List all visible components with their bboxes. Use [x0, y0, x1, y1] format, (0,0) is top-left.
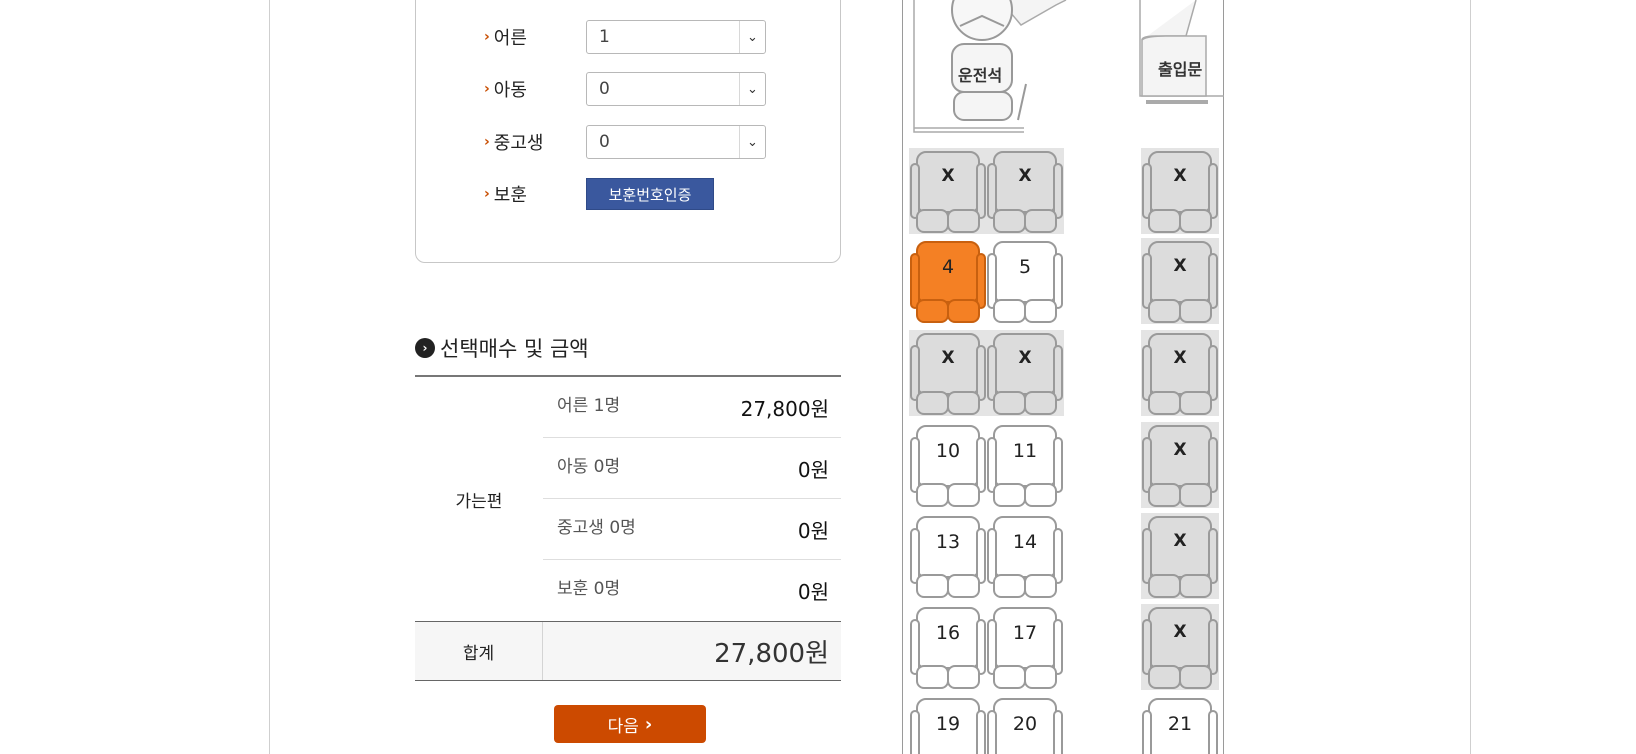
seat-number: 14	[1012, 531, 1038, 553]
child-count-select[interactable]: 0 ⌄	[586, 72, 766, 106]
chevron-down-icon: ⌄	[739, 73, 765, 105]
seat-number: 21	[1167, 713, 1193, 735]
chevron-right-icon: ›	[484, 29, 490, 45]
seat-unavailable: X	[1141, 148, 1219, 234]
line-amount: 0원	[797, 518, 829, 543]
next-button[interactable]: 다음 ›	[554, 705, 706, 743]
summary-line: 중고생 0명 0원	[543, 499, 841, 560]
line-label: 보훈 0명	[557, 579, 621, 599]
seat-unavailable: X	[986, 148, 1064, 234]
seat-19[interactable]: 19	[909, 695, 987, 754]
chevron-right-icon: ›	[484, 186, 490, 202]
seat-unavailable: X	[1141, 238, 1219, 324]
summary-line: 보훈 0명 0원	[543, 560, 841, 621]
seat-number: X	[1173, 348, 1187, 368]
veteran-row: › 보훈 보훈번호인증	[484, 177, 714, 211]
chevron-right-icon: ›	[644, 713, 653, 735]
seat-20[interactable]: 20	[986, 695, 1064, 754]
seat-unavailable: X	[1141, 604, 1219, 690]
chevron-right-icon: ›	[484, 134, 490, 150]
student-count-select[interactable]: 0 ⌄	[586, 125, 766, 159]
seat-number: X	[1173, 531, 1187, 551]
seat-4[interactable]: 4	[909, 238, 987, 324]
seat-number: X	[941, 166, 955, 186]
line-amount: 0원	[797, 580, 829, 604]
student-label: 중고생	[493, 133, 544, 154]
seat-number: X	[1173, 256, 1187, 276]
seat-number: 17	[1012, 622, 1038, 644]
seat-unavailable: X	[986, 330, 1064, 416]
summary-title: 선택매수 및 금액	[440, 337, 589, 361]
chevron-down-icon: ⌄	[739, 126, 765, 158]
seat-11[interactable]: 11	[986, 422, 1064, 508]
driver-seat-label: 운전석	[958, 66, 1003, 85]
seat-unavailable: X	[909, 330, 987, 416]
seat-unavailable: X	[1141, 513, 1219, 599]
seat-13[interactable]: 13	[909, 513, 987, 599]
line-label: 아동 0명	[557, 456, 621, 477]
chevron-right-icon: ›	[484, 81, 490, 97]
child-row: › 아동 0 ⌄	[484, 72, 766, 106]
seat-10[interactable]: 10	[909, 422, 987, 508]
seat-number: X	[1173, 166, 1187, 186]
seat-unavailable: X	[909, 148, 987, 234]
line-amount: 0원	[797, 457, 829, 482]
seat-number: 5	[1018, 256, 1032, 278]
child-label: 아동	[493, 80, 527, 101]
summary-heading: › 선택매수 및 금액	[415, 333, 589, 363]
outbound-group: 가는편 어른 1명 27,800원 아동 0명 0원 중고생 0명 0원 보훈 …	[415, 377, 841, 621]
seat-number: 13	[935, 531, 961, 553]
total-amount: 27,800원	[714, 638, 829, 669]
total-label: 합계	[415, 622, 543, 680]
seat-number: 19	[935, 713, 961, 735]
summary-line: 아동 0명 0원	[543, 438, 841, 499]
seat-number: 16	[935, 622, 961, 644]
seat-number: X	[941, 348, 955, 368]
adult-count-select[interactable]: 1 ⌄	[586, 20, 766, 54]
seat-16[interactable]: 16	[909, 604, 987, 690]
seat-14[interactable]: 14	[986, 513, 1064, 599]
seat-number: 20	[1012, 713, 1038, 735]
summary-table: 가는편 어른 1명 27,800원 아동 0명 0원 중고생 0명 0원 보훈 …	[415, 375, 841, 681]
veteran-label: 보훈	[493, 185, 527, 206]
veteran-verify-button[interactable]: 보훈번호인증	[586, 178, 714, 210]
seat-21[interactable]: 21	[1141, 695, 1219, 754]
seat-17[interactable]: 17	[986, 604, 1064, 690]
seat-number: X	[1018, 166, 1032, 186]
seat-number: 11	[1012, 440, 1038, 462]
adult-row: › 어른 1 ⌄	[484, 20, 766, 54]
summary-line: 어른 1명 27,800원	[543, 377, 841, 438]
seat-unavailable: X	[1141, 422, 1219, 508]
seat-number: X	[1018, 348, 1032, 368]
seat-5[interactable]: 5	[986, 238, 1064, 324]
bus-left-wall	[902, 0, 903, 754]
seat-number: X	[1173, 622, 1187, 642]
chevron-down-icon: ⌄	[739, 21, 765, 53]
student-row: › 중고생 0 ⌄	[484, 125, 766, 159]
seat-number: 4	[941, 256, 955, 278]
door-label: 출입문	[1158, 60, 1203, 79]
outbound-label: 가는편	[455, 491, 503, 512]
seat-number: X	[1173, 440, 1187, 460]
adult-label: 어른	[493, 28, 527, 49]
line-amount: 27,800원	[740, 396, 829, 421]
line-label: 어른 1명	[557, 395, 621, 416]
seat-number: 10	[935, 440, 961, 462]
line-label: 중고생 0명	[557, 517, 636, 538]
chevron-right-circle-icon: ›	[415, 338, 435, 358]
summary-total-row: 합계 27,800원	[415, 621, 841, 681]
seat-unavailable: X	[1141, 330, 1219, 416]
